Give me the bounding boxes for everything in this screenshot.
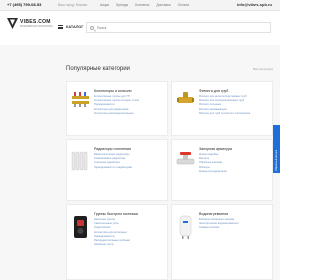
category-title: Водонагреватели [199,212,229,216]
category-link[interactable]: Коллекторы распределительные [94,112,139,116]
catalog-label: КАТАЛОГ [66,25,84,29]
main-content: Популярные категории Все категории Обрат… [0,45,280,280]
category-title: Запорная арматура [199,147,232,151]
category-link[interactable]: Фитинги для труб из сшитого полиэтилена [199,112,250,116]
category-links: Насосные группы Смесительные узлы Гидрос… [94,218,130,247]
category-card-pump-groups[interactable]: Группы быстрого монтажа Насосные группы … [66,204,168,280]
category-link[interactable]: Принадлежности к радиаторам [94,166,132,170]
catalog-button[interactable]: КАТАЛОГ ▾ [58,25,88,29]
top-nav-item-payment[interactable]: Оплата [178,3,189,7]
section-title: Популярные категории [66,66,130,72]
search-input[interactable] [97,25,257,31]
category-card-radiators[interactable]: Радиаторы отопления Биметаллические ради… [66,139,168,201]
category-link[interactable]: Запасные части [94,243,130,247]
category-card-fittings[interactable]: Фитинги для труб Фитинги для металлоплас… [171,81,273,136]
category-card-collectors[interactable]: Коллекторы и консоли Коллекторные группы… [66,81,168,136]
category-links: Краны шаровые Вентили Обратные клапаны Ф… [199,153,227,174]
callback-tab[interactable]: Обратный звонок [273,125,280,173]
search-box [86,22,271,33]
manifold-icon [72,92,89,107]
category-link[interactable]: Газовые колонки [199,226,238,230]
top-bar: +7 (495) 799-08-53 Ваш город: Москва Акц… [0,0,280,11]
valve-icon [176,152,195,165]
search-icon[interactable] [90,25,94,30]
phone-number[interactable]: +7 (495) 799-08-53 [7,2,41,7]
logo-name[interactable]: VIBES.COM [20,19,51,25]
category-links: Фитинги для металлопластиковых труб Фити… [199,95,250,116]
fitting-icon [177,92,194,103]
category-title: Фитинги для труб [199,89,229,93]
category-links: Коллекторные группы для ТП Коллекторные … [94,95,139,116]
top-nav-item-delivery[interactable]: Доставка [156,3,170,7]
logo-tagline: ИНЖЕНЕРНАЯ САНТЕХНИКА [20,25,53,28]
water-heater-icon [179,215,192,239]
top-nav-item-contacts[interactable]: Контакты [135,3,149,7]
category-link[interactable]: Краны для радиаторов [199,170,227,174]
top-nav-item-promotions[interactable]: Акции [100,3,109,7]
logo-icon[interactable] [7,18,18,29]
radiator-icon [71,151,88,171]
all-categories-link[interactable]: Все категории [253,67,273,71]
category-links: Биметаллические радиаторы Алюминиевые ра… [94,153,132,170]
city-selector[interactable]: Ваш город: Москва [58,3,87,7]
menu-icon [58,25,63,29]
email-link[interactable]: info@vibes-spb.ru [237,2,272,7]
top-nav-item-brands[interactable]: Бренды [116,3,128,7]
category-title: Группы быстрого монтажа [94,212,138,216]
category-links: Бойлеры косвенного нагрева Электрические… [199,218,238,231]
pump-group-icon [74,216,87,238]
callback-tab-label: Обратный звонок [274,150,278,171]
category-title: Коллекторы и консоли [94,89,132,93]
category-card-valves[interactable]: Запорная арматура Краны шаровые Вентили … [171,139,273,201]
top-nav: Акции Бренды Контакты Доставка Оплата [100,3,189,7]
category-title: Радиаторы отопления [94,147,131,151]
category-card-water-heaters[interactable]: Водонагреватели Бойлеры косвенного нагре… [171,204,273,280]
category-grid: Коллекторы и консоли Коллекторные группы… [66,81,273,280]
